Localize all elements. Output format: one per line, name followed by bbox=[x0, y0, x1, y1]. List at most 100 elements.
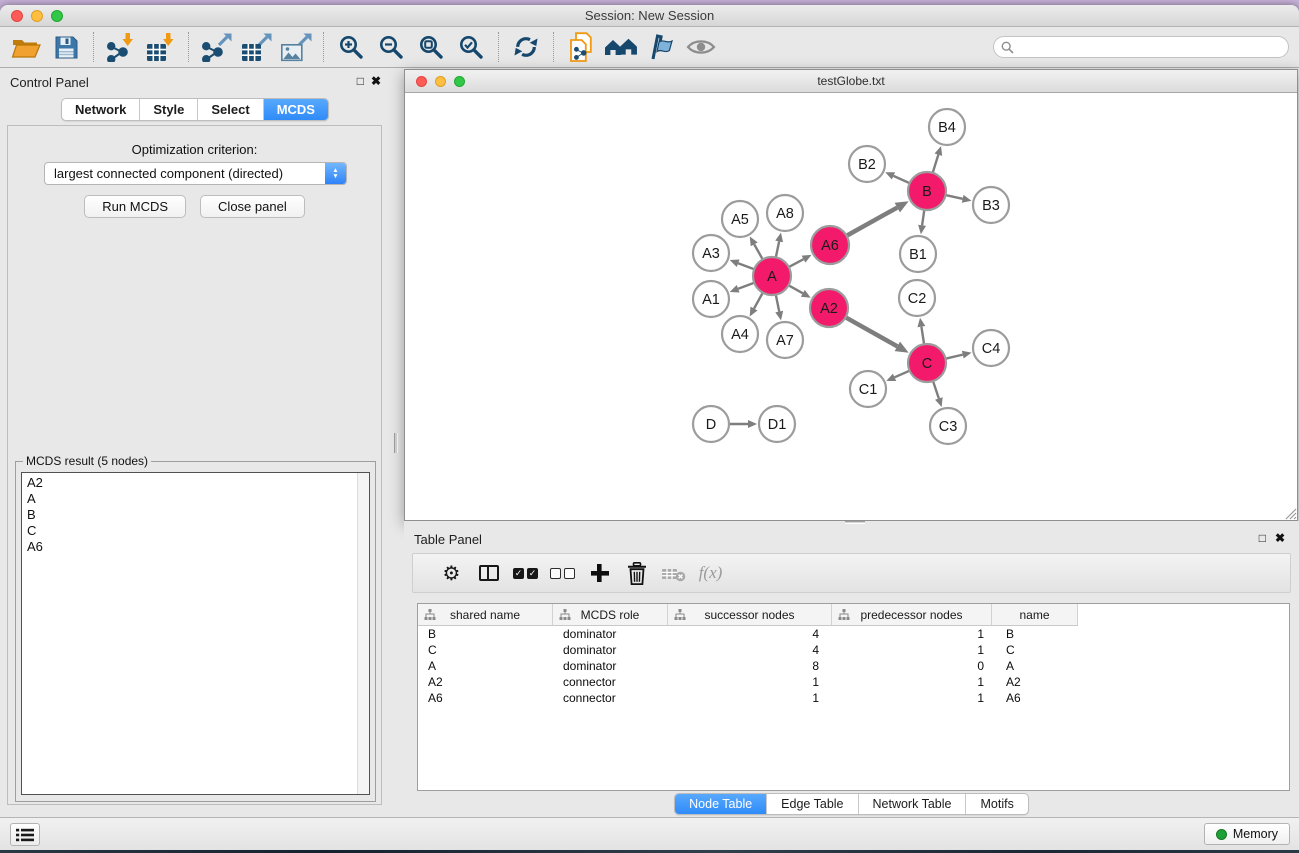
import-network-button[interactable] bbox=[101, 29, 141, 65]
run-mcds-button[interactable]: Run MCDS bbox=[84, 195, 186, 218]
graph-node-A3[interactable]: A3 bbox=[693, 235, 729, 271]
tab-motifs[interactable]: Motifs bbox=[965, 794, 1027, 814]
tab-node-table[interactable]: Node Table bbox=[675, 794, 766, 814]
table-cell[interactable]: A6 bbox=[992, 690, 1078, 706]
graph-edge-B-B1[interactable] bbox=[918, 210, 926, 234]
criterion-dropdown[interactable]: largest connected component (directed) ▲… bbox=[44, 162, 347, 185]
home-fit-button[interactable] bbox=[601, 29, 641, 65]
deselect-all-button[interactable] bbox=[544, 568, 581, 579]
table-cell[interactable]: A6 bbox=[418, 690, 553, 706]
mcds-result-item[interactable]: C bbox=[23, 523, 355, 539]
table-cell[interactable]: C bbox=[418, 642, 553, 658]
search-input[interactable] bbox=[1014, 38, 1288, 56]
graph-edge-D-D1[interactable] bbox=[729, 420, 757, 428]
graph-node-D[interactable]: D bbox=[693, 406, 729, 442]
table-cell[interactable]: connector bbox=[553, 690, 668, 706]
tab-network-table[interactable]: Network Table bbox=[858, 794, 966, 814]
select-all-button[interactable]: ✓✓ bbox=[507, 568, 544, 579]
delete-table-button[interactable] bbox=[655, 565, 692, 582]
table-cell[interactable]: dominator bbox=[553, 626, 668, 642]
memory-button[interactable]: Memory bbox=[1204, 823, 1290, 845]
table-cell[interactable]: C bbox=[992, 642, 1078, 658]
graph-node-B2[interactable]: B2 bbox=[849, 146, 885, 182]
table-row[interactable]: A2connector11A2 bbox=[418, 674, 1289, 690]
vertical-splitter[interactable] bbox=[390, 68, 404, 817]
graph-edge-C-C3[interactable] bbox=[933, 381, 943, 407]
tab-edge-table[interactable]: Edge Table bbox=[766, 794, 857, 814]
export-table-button[interactable] bbox=[236, 29, 276, 65]
mcds-scrollbar-track[interactable] bbox=[357, 473, 369, 794]
graphics-details-button[interactable] bbox=[641, 29, 681, 65]
zoom-out-button[interactable] bbox=[371, 29, 411, 65]
show-hide-button[interactable] bbox=[681, 29, 721, 65]
graph-node-C[interactable]: C bbox=[908, 344, 946, 382]
table-cell[interactable]: A bbox=[992, 658, 1078, 674]
graph-edge-A-A8[interactable] bbox=[775, 233, 783, 258]
open-session-button[interactable] bbox=[6, 29, 46, 65]
mcds-result-item[interactable]: B bbox=[23, 507, 355, 523]
network-canvas[interactable]: B4B2BB3A8A5A6A3B1AA1C2A2A4A7C4CC1C3DD1 bbox=[405, 94, 1297, 520]
zoom-selected-button[interactable] bbox=[451, 29, 491, 65]
graph-edge-C-C1[interactable] bbox=[886, 371, 909, 381]
graph-edge-C-C4[interactable] bbox=[945, 351, 971, 359]
splitter-grip[interactable] bbox=[845, 521, 865, 524]
resize-grip-icon[interactable] bbox=[1282, 505, 1297, 520]
graph-edge-A-A5[interactable] bbox=[750, 236, 763, 259]
refresh-button[interactable] bbox=[506, 29, 546, 65]
graph-node-A8[interactable]: A8 bbox=[767, 195, 803, 231]
graph-node-A4[interactable]: A4 bbox=[722, 316, 758, 352]
table-cell[interactable]: 1 bbox=[832, 674, 992, 690]
mcds-result-item[interactable]: A6 bbox=[23, 539, 355, 555]
splitter-grip[interactable] bbox=[394, 433, 398, 453]
export-network-button[interactable] bbox=[196, 29, 236, 65]
table-row[interactable]: A6connector11A6 bbox=[418, 690, 1289, 706]
column-header-shared-name[interactable]: shared name bbox=[418, 604, 553, 626]
table-cell[interactable]: 1 bbox=[668, 674, 832, 690]
table-cell[interactable]: 0 bbox=[832, 658, 992, 674]
table-cell[interactable]: connector bbox=[553, 674, 668, 690]
mcds-result-item[interactable]: A bbox=[23, 491, 355, 507]
import-table-button[interactable] bbox=[141, 29, 181, 65]
mcds-result-item[interactable]: A2 bbox=[23, 475, 355, 491]
table-cell[interactable]: 4 bbox=[668, 642, 832, 658]
table-cell[interactable]: B bbox=[992, 626, 1078, 642]
float-panel-icon[interactable]: □ bbox=[357, 74, 364, 88]
graph-edge-B-B4[interactable] bbox=[933, 146, 943, 173]
tab-network[interactable]: Network bbox=[62, 99, 139, 120]
column-header-predecessor-nodes[interactable]: predecessor nodes bbox=[832, 604, 992, 626]
graph-edge-A-A1[interactable] bbox=[730, 283, 755, 293]
close-panel-icon[interactable]: ✖ bbox=[1275, 531, 1285, 545]
table-cell[interactable]: 1 bbox=[832, 626, 992, 642]
graph-node-D1[interactable]: D1 bbox=[759, 406, 795, 442]
zoom-in-button[interactable] bbox=[331, 29, 371, 65]
close-panel-icon[interactable]: ✖ bbox=[371, 74, 381, 88]
graph-node-A5[interactable]: A5 bbox=[722, 201, 758, 237]
table-cell[interactable]: 1 bbox=[668, 690, 832, 706]
graph-node-C1[interactable]: C1 bbox=[850, 371, 886, 407]
function-builder-button[interactable]: f(x) bbox=[692, 563, 729, 583]
task-history-button[interactable] bbox=[10, 823, 40, 846]
table-cell[interactable]: A2 bbox=[418, 674, 553, 690]
graph-node-A2[interactable]: A2 bbox=[810, 289, 848, 327]
graph-edge-A-A7[interactable] bbox=[775, 295, 783, 321]
tab-style[interactable]: Style bbox=[139, 99, 197, 120]
tab-mcds[interactable]: MCDS bbox=[263, 99, 328, 120]
graph-edge-A2-C[interactable] bbox=[846, 317, 909, 352]
graph-node-B1[interactable]: B1 bbox=[900, 236, 936, 272]
close-panel-button[interactable]: Close panel bbox=[200, 195, 305, 218]
table-cell[interactable]: 1 bbox=[832, 690, 992, 706]
table-cell[interactable]: dominator bbox=[553, 642, 668, 658]
add-column-button[interactable] bbox=[581, 564, 618, 582]
graph-node-C4[interactable]: C4 bbox=[973, 330, 1009, 366]
table-cell[interactable]: dominator bbox=[553, 658, 668, 674]
graph-edge-A6-B[interactable] bbox=[847, 201, 909, 236]
graph-node-C2[interactable]: C2 bbox=[899, 280, 935, 316]
graph-edge-A-A6[interactable] bbox=[789, 255, 812, 267]
table-row[interactable]: Cdominator41C bbox=[418, 642, 1289, 658]
column-header-mcds-role[interactable]: MCDS role bbox=[553, 604, 668, 626]
split-columns-button[interactable] bbox=[470, 565, 507, 581]
table-cell[interactable]: B bbox=[418, 626, 553, 642]
graph-edge-A-A4[interactable] bbox=[750, 293, 763, 317]
table-row[interactable]: Bdominator41B bbox=[418, 626, 1289, 642]
network-from-file-button[interactable] bbox=[561, 29, 601, 65]
